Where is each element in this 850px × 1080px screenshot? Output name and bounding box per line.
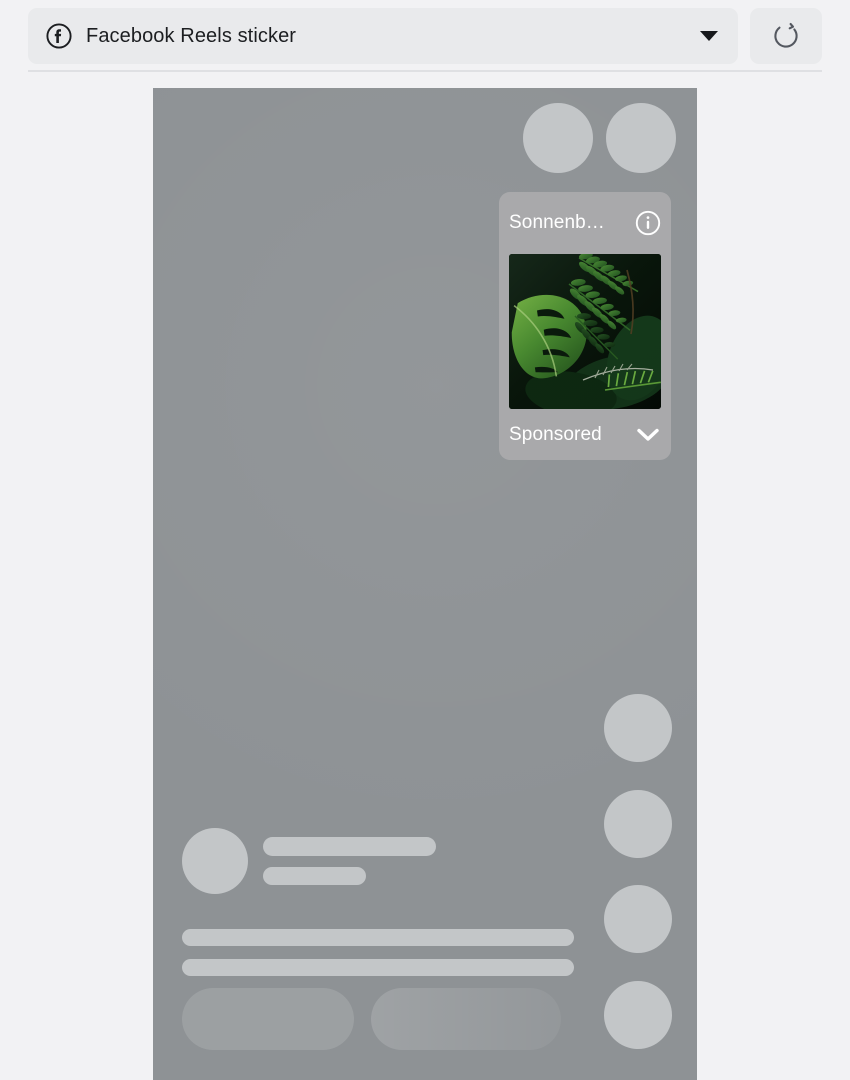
preview-toolbar: Facebook Reels sticker xyxy=(0,0,850,72)
chevron-down-icon[interactable] xyxy=(635,426,661,444)
reels-preview-canvas: Sonnenb… Sponsored xyxy=(153,88,697,1080)
caret-down-icon[interactable] xyxy=(700,31,718,41)
placeholder-circle xyxy=(604,694,672,762)
sticker-title: Sonnenb… xyxy=(509,212,605,233)
sticker-header: Sonnenb… xyxy=(509,192,661,254)
sticker-footer: Sponsored xyxy=(509,409,661,460)
sticker-creative-image xyxy=(509,254,661,409)
facebook-icon xyxy=(46,23,72,49)
placeholder-text-line xyxy=(263,867,366,885)
refresh-preview-button[interactable] xyxy=(750,8,822,64)
placeholder-circle xyxy=(606,103,676,173)
reels-sticker-card[interactable]: Sonnenb… Sponsored xyxy=(499,192,671,460)
refresh-icon xyxy=(770,20,802,52)
placeholder-circle xyxy=(604,981,672,1049)
placement-selector-label: Facebook Reels sticker xyxy=(86,24,297,47)
placeholder-text-line xyxy=(182,929,574,946)
placeholder-text-line xyxy=(182,959,574,976)
toolbar-divider xyxy=(28,70,822,72)
placeholder-pill-button xyxy=(371,988,561,1050)
placeholder-circle xyxy=(523,103,593,173)
placeholder-circle xyxy=(604,885,672,953)
placeholder-circle xyxy=(604,790,672,858)
placeholder-avatar xyxy=(182,828,248,894)
placement-selector[interactable]: Facebook Reels sticker xyxy=(28,8,738,64)
placeholder-text-line xyxy=(263,837,436,856)
placeholder-pill-button xyxy=(182,988,354,1050)
sponsored-label: Sponsored xyxy=(509,423,602,445)
info-circle-icon[interactable] xyxy=(635,210,661,236)
